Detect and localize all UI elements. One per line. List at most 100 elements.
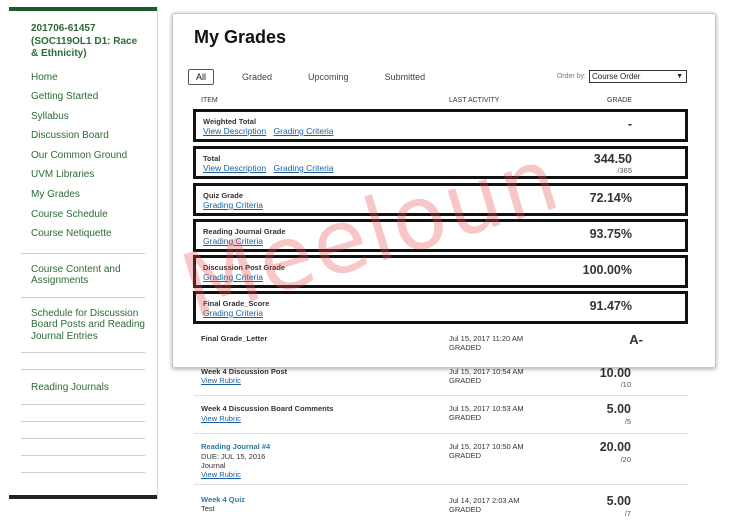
sidebar-item-uvm-libraries[interactable]: UVM Libraries (9, 168, 157, 188)
column-header-item: ITEM (201, 97, 218, 104)
grading-criteria-link[interactable]: Grading Criteria (203, 236, 263, 246)
menu-divider (21, 403, 145, 421)
grade-row-weighted-total: Weighted Total View Description Grading … (193, 109, 688, 142)
order-by-value: Course Order (592, 72, 641, 81)
grade-value: 93.75% (589, 227, 632, 241)
course-sidebar: 201706-61457 (SOC119OL1 D1: Race & Ethni… (9, 7, 157, 499)
page-title: My Grades (194, 27, 287, 47)
item-name: Total (203, 154, 221, 163)
grade-possible: /365 (617, 166, 632, 175)
item-links: Grading Criteria (203, 308, 268, 318)
activity-date: Jul 15, 2017 10:54 AM (449, 367, 524, 376)
item-name: Week 4 Discussion Board Comments (201, 404, 334, 413)
grading-criteria-link[interactable]: Grading Criteria (203, 272, 263, 282)
grade-value: 72.14% (589, 191, 632, 205)
my-grades-panel: My Grades All Graded Upcoming Submitted … (172, 13, 716, 368)
filter-submitted[interactable]: Submitted (385, 72, 426, 82)
filter-tabs: All Graded Upcoming Submitted (188, 69, 461, 85)
sidebar-item-course-content[interactable]: Course Content and Assignments (9, 254, 157, 297)
grade-value: 5.00 (606, 402, 631, 416)
item-links: View Description Grading Criteria (203, 163, 339, 173)
grade-row: Week 4 Discussion Board Comments View Ru… (194, 397, 688, 434)
view-rubric-text[interactable]: View Rubric (201, 414, 241, 423)
item-links: View Description Grading Criteria (203, 126, 339, 136)
last-activity: Jul 14, 2017 2:03 AM GRADED (449, 496, 519, 514)
filter-upcoming[interactable]: Upcoming (308, 72, 349, 82)
grade-possible: /7 (624, 509, 631, 518)
sidebar-item-my-grades[interactable]: My Grades (9, 188, 157, 208)
last-activity: Jul 15, 2017 10:53 AM GRADED (449, 404, 524, 422)
filter-all[interactable]: All (188, 69, 215, 85)
view-rubric-link[interactable]: View Rubric (201, 470, 246, 479)
order-by: Order by: Course Order ▼ (557, 70, 687, 83)
last-activity: Jul 15, 2017 11:20 AM GRADED (449, 334, 523, 352)
view-rubric-text[interactable]: View Rubric (201, 376, 241, 385)
item-name[interactable]: Week 4 Discussion Post (201, 367, 287, 376)
due-date: DUE: JUL 15, 2016 (201, 452, 266, 461)
sidebar-item-our-common-ground[interactable]: Our Common Ground (9, 149, 157, 169)
grade-value: 20.00 (599, 440, 631, 454)
course-menu: Home Getting Started Syllabus Discussion… (9, 71, 157, 247)
column-header-last-activity: LAST ACTIVITY (449, 97, 500, 104)
activity-date: Jul 14, 2017 2:03 AM (449, 496, 520, 505)
activity-date: Jul 15, 2017 10:50 AM (449, 442, 524, 451)
activity-status: GRADED (449, 451, 482, 460)
filter-graded[interactable]: Graded (242, 72, 272, 82)
grade-value: A- (629, 332, 643, 347)
view-rubric-link[interactable]: View Rubric (201, 414, 246, 423)
grade-row-quiz: Quiz Grade Grading Criteria 72.14% (193, 183, 688, 216)
grade-value: 100.00% (582, 263, 632, 277)
item-name: Weighted Total (203, 117, 257, 126)
item-type: Test (201, 504, 215, 513)
item-name: Final Grade_Letter (201, 334, 268, 343)
grading-criteria-link[interactable]: Grading Criteria (274, 163, 334, 173)
last-activity: Jul 15, 2017 10:54 AM GRADED (449, 367, 524, 385)
grade-value: 344.50 (593, 152, 632, 166)
grade-possible: /5 (624, 417, 631, 426)
grade-value: 10.00 (599, 366, 631, 380)
activity-status: GRADED (449, 505, 482, 514)
grade-value: - (627, 117, 632, 131)
item-links: Grading Criteria (203, 200, 268, 210)
grade-row-discussion-post: Discussion Post Grade Grading Criteria 1… (193, 255, 688, 288)
grade-possible: /10 (620, 380, 631, 389)
item-links: Grading Criteria (203, 272, 268, 282)
sidebar-item-schedule[interactable]: Schedule for Discussion Board Posts and … (9, 298, 157, 353)
activity-date: Jul 15, 2017 11:20 AM (449, 334, 524, 343)
menu-divider (21, 437, 145, 455)
view-description-link[interactable]: View Description (203, 163, 266, 173)
item-type: Journal (201, 461, 226, 470)
activity-status: GRADED (449, 376, 482, 385)
item-name: Discussion Post Grade (203, 263, 286, 272)
sidebar-item-home[interactable]: Home (9, 71, 157, 91)
grade-row-final-score: Final Grade_Score Grading Criteria 91.47… (193, 291, 688, 324)
dropdown-arrow-icon: ▼ (676, 73, 683, 80)
order-by-label: Order by: (556, 73, 586, 80)
order-by-select[interactable]: Course Order ▼ (589, 70, 687, 83)
view-rubric-link[interactable]: View Rubric (201, 376, 246, 385)
item-name[interactable]: Reading Journal #4 (201, 442, 270, 451)
grading-criteria-link[interactable]: Grading Criteria (203, 308, 263, 318)
grade-value: 91.47% (589, 299, 632, 313)
grade-row-total: Total View Description Grading Criteria … (193, 146, 688, 179)
menu-divider (21, 471, 145, 473)
menu-divider (21, 352, 145, 369)
sidebar-item-course-schedule[interactable]: Course Schedule (9, 208, 157, 228)
grade-row: Week 4 Quiz Test Jul 14, 2017 2:03 AM GRA… (194, 486, 688, 525)
sidebar-item-discussion-board[interactable]: Discussion Board (9, 129, 157, 149)
item-name: Final Grade_Score (203, 299, 270, 308)
view-description-link[interactable]: View Description (203, 126, 266, 136)
sidebar-item-reading-journals[interactable]: Reading Journals (9, 370, 157, 404)
view-rubric-text[interactable]: View Rubric (201, 470, 241, 479)
grading-criteria-link[interactable]: Grading Criteria (274, 126, 334, 136)
sidebar-item-getting-started[interactable]: Getting Started (9, 90, 157, 110)
sidebar-item-syllabus[interactable]: Syllabus (9, 110, 157, 130)
grading-criteria-link[interactable]: Grading Criteria (203, 200, 263, 210)
course-title[interactable]: 201706-61457 (SOC119OL1 D1: Race & Ethni… (9, 11, 157, 61)
last-activity: Jul 15, 2017 10:50 AM GRADED (449, 442, 524, 460)
sidebar-item-course-netiquette[interactable]: Course Netiquette (9, 227, 157, 247)
grade-row-reading-journal: Reading Journal Grade Grading Criteria 9… (193, 219, 688, 252)
menu-divider (21, 420, 145, 438)
activity-status: GRADED (449, 343, 482, 352)
item-name[interactable]: Week 4 Quiz (201, 495, 245, 504)
